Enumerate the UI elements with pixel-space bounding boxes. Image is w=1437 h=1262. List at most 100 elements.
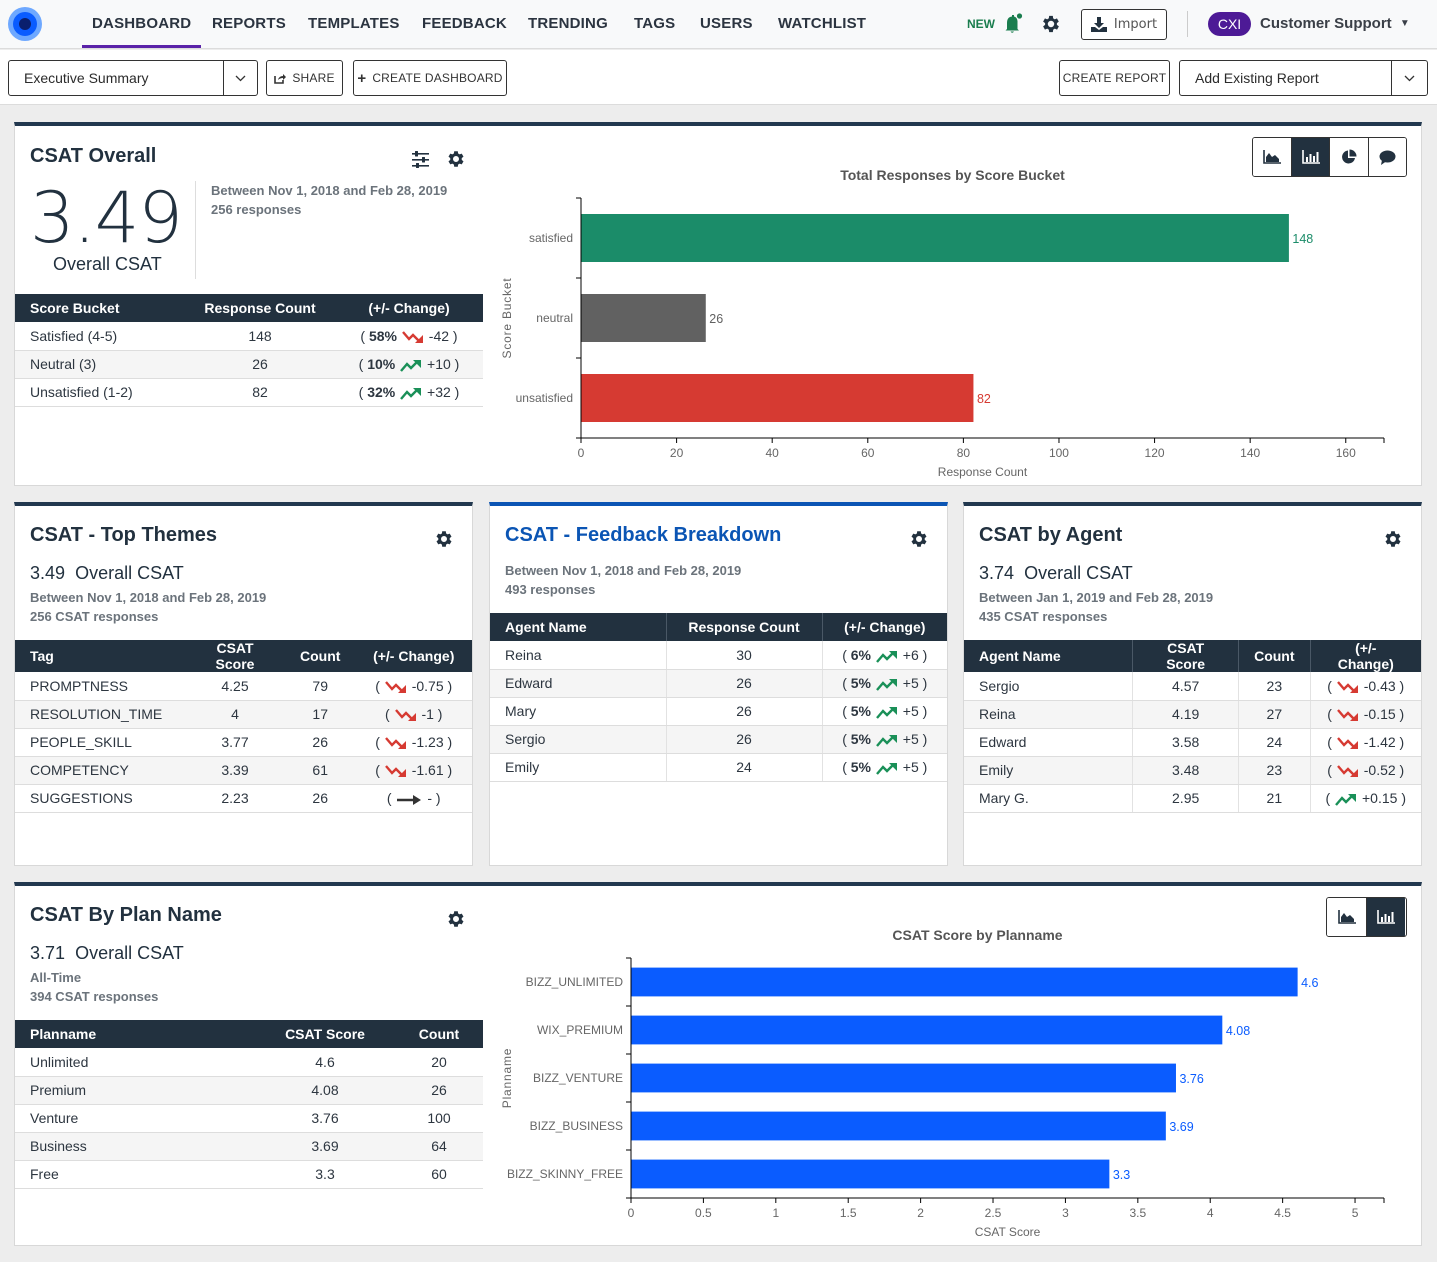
- table-row[interactable]: Mary 26( 5% +5 ): [490, 697, 947, 726]
- add-existing-report-value: Add Existing Report: [1195, 70, 1319, 86]
- count: 23: [1266, 762, 1283, 778]
- tag-name: SUGGESTIONS: [30, 790, 133, 806]
- column-header[interactable]: Planname: [15, 1020, 255, 1048]
- table-row[interactable]: Venture 3.76 100: [15, 1104, 483, 1133]
- nav-tab-users[interactable]: USERS: [700, 0, 753, 48]
- nav-tab-tags[interactable]: TAGS: [634, 0, 675, 48]
- table-row[interactable]: Reina 4.19 27( -0.15 ): [964, 700, 1421, 729]
- column-header[interactable]: CSAT Score: [1132, 640, 1239, 672]
- table-row[interactable]: Edward 26( 5% +5 ): [490, 669, 947, 698]
- feedback-breakdown-panel: CSAT - Feedback Breakdown Between Nov 1,…: [489, 502, 948, 866]
- app-logo[interactable]: [8, 7, 42, 41]
- panel-gear-icon[interactable]: [910, 530, 928, 548]
- bar-chart-toggle[interactable]: [1291, 138, 1330, 176]
- area-chart-toggle[interactable]: [1253, 138, 1292, 176]
- y-tick-label: WIX_PREMIUM: [537, 1023, 623, 1037]
- column-header[interactable]: CSAT Score: [255, 1020, 395, 1048]
- csat-score: 3.48: [1172, 762, 1200, 778]
- csat-score: 3.76: [311, 1110, 339, 1126]
- column-header[interactable]: (+/- Change): [335, 294, 483, 322]
- table-row[interactable]: PEOPLE_SKILL 3.77 26( -1.23 ): [15, 728, 472, 757]
- nav-tab-dashboard[interactable]: DASHBOARD: [81, 0, 202, 48]
- import-button[interactable]: Import: [1081, 9, 1167, 40]
- create-dashboard-button[interactable]: + CREATE DASHBOARD: [353, 60, 507, 96]
- create-report-button[interactable]: CREATE REPORT: [1059, 60, 1170, 96]
- count: 26: [312, 734, 328, 750]
- table-row[interactable]: Sergio 26( 5% +5 ): [490, 725, 947, 754]
- dashboard-select-value: Executive Summary: [24, 70, 149, 86]
- column-header[interactable]: Response Count: [665, 613, 822, 641]
- table-row[interactable]: Satisfied (4-5) 148( 58% -42 ): [15, 322, 483, 351]
- add-existing-report-select[interactable]: Add Existing Report: [1179, 60, 1428, 96]
- nav-tab-feedback[interactable]: FEEDBACK: [422, 0, 507, 48]
- nav-tab-watchlist[interactable]: WATCHLIST: [778, 0, 866, 48]
- count: 79: [312, 677, 328, 694]
- trend-down-icon: [384, 765, 406, 777]
- y-tick-label: unsatisfied: [516, 391, 573, 405]
- area-chart-toggle[interactable]: [1327, 898, 1366, 936]
- table-row[interactable]: Emily 24( 5% +5 ): [490, 753, 947, 782]
- table-row[interactable]: Neutral (3) 26( 10% +10 ): [15, 350, 483, 379]
- column-header[interactable]: Score Bucket: [15, 294, 185, 322]
- column-header[interactable]: Count: [1238, 640, 1311, 672]
- table-row[interactable]: Mary G. 2.95 21( +0.15 ): [964, 784, 1421, 813]
- panel-gear-icon[interactable]: [447, 150, 465, 168]
- tag-name: PEOPLE_SKILL: [30, 734, 132, 750]
- panel-title[interactable]: CSAT - Feedback Breakdown: [505, 524, 781, 547]
- divider: [1187, 11, 1188, 37]
- column-header[interactable]: CSAT Score: [185, 640, 285, 672]
- panel-gear-icon[interactable]: [435, 530, 453, 548]
- table-row[interactable]: Reina 30( 6% +6 ): [490, 641, 947, 670]
- filter-sliders-icon[interactable]: [411, 151, 430, 168]
- panel-gear-icon[interactable]: [447, 910, 465, 928]
- nav-tab-trending[interactable]: TRENDING: [528, 0, 608, 48]
- column-header[interactable]: (+/- Change): [355, 640, 472, 672]
- x-tick-label: 2.5: [985, 1206, 1002, 1220]
- table-row[interactable]: Business 3.69 64: [15, 1132, 483, 1161]
- table-row[interactable]: COMPETENCY 3.39 61( -1.61 ): [15, 756, 472, 785]
- column-header[interactable]: (+/- Change): [821, 613, 947, 641]
- column-header[interactable]: Agent Name: [964, 640, 1133, 672]
- trend-up-icon: [1335, 794, 1357, 806]
- table-row[interactable]: Emily 3.48 23( -0.52 ): [964, 756, 1421, 785]
- table-row[interactable]: Premium 4.08 26: [15, 1076, 483, 1105]
- column-header[interactable]: (+/- Change): [1309, 640, 1421, 672]
- column-header[interactable]: Count: [285, 640, 356, 672]
- column-header[interactable]: Response Count: [185, 294, 335, 322]
- agent-name: Edward: [505, 675, 553, 691]
- table-row[interactable]: Unlimited 4.6 20: [15, 1048, 483, 1077]
- bell-icon[interactable]: [1003, 13, 1023, 35]
- table-row[interactable]: Unsatisfied (1-2) 82( 32% +32 ): [15, 378, 483, 407]
- dashboard-select[interactable]: Executive Summary: [8, 60, 258, 96]
- change-delta: +5: [902, 759, 919, 775]
- pie-chart-icon: [1342, 149, 1357, 164]
- table-row[interactable]: PROMPTNESS 4.25 79( -0.75 ): [15, 672, 472, 701]
- table-row[interactable]: Sergio 4.57 23( -0.43 ): [964, 672, 1421, 701]
- table-row[interactable]: RESOLUTION_TIME 4 17( -1 ): [15, 700, 472, 729]
- agent-name: Reina: [505, 646, 542, 663]
- comment-toggle[interactable]: [1367, 138, 1406, 176]
- count: 17: [312, 706, 328, 722]
- column-header[interactable]: Count: [395, 1020, 483, 1048]
- panel-gear-icon[interactable]: [1384, 530, 1402, 548]
- share-button[interactable]: SHARE: [266, 60, 343, 96]
- settings-gear-icon[interactable]: [1040, 13, 1062, 35]
- nav-tab-templates[interactable]: TEMPLATES: [308, 0, 400, 48]
- table-row[interactable]: Edward 3.58 24( -1.42 ): [964, 728, 1421, 757]
- table-row[interactable]: Free 3.3 60: [15, 1160, 483, 1189]
- response-count: 82: [252, 384, 268, 400]
- area-chart-icon: [1263, 150, 1282, 164]
- csat-score: 3.3: [315, 1166, 335, 1182]
- column-header[interactable]: Tag: [15, 640, 185, 672]
- org-switcher[interactable]: Customer Support ▼: [1260, 15, 1410, 32]
- bar-chart-toggle[interactable]: [1366, 898, 1405, 936]
- x-axis-label: CSAT Score: [975, 1225, 1041, 1239]
- column-header[interactable]: Agent Name: [490, 613, 666, 641]
- pie-chart-toggle[interactable]: [1329, 138, 1368, 176]
- bar-data-label: 148: [1292, 232, 1313, 246]
- table-row[interactable]: SUGGESTIONS 2.23 26( - ): [15, 784, 472, 813]
- date-range: Between Nov 1, 2018 and Feb 28, 2019: [211, 183, 448, 198]
- nav-tab-reports[interactable]: REPORTS: [212, 0, 286, 48]
- agent-name: Sergio: [505, 731, 546, 747]
- panel-title: CSAT By Plan Name: [30, 904, 222, 926]
